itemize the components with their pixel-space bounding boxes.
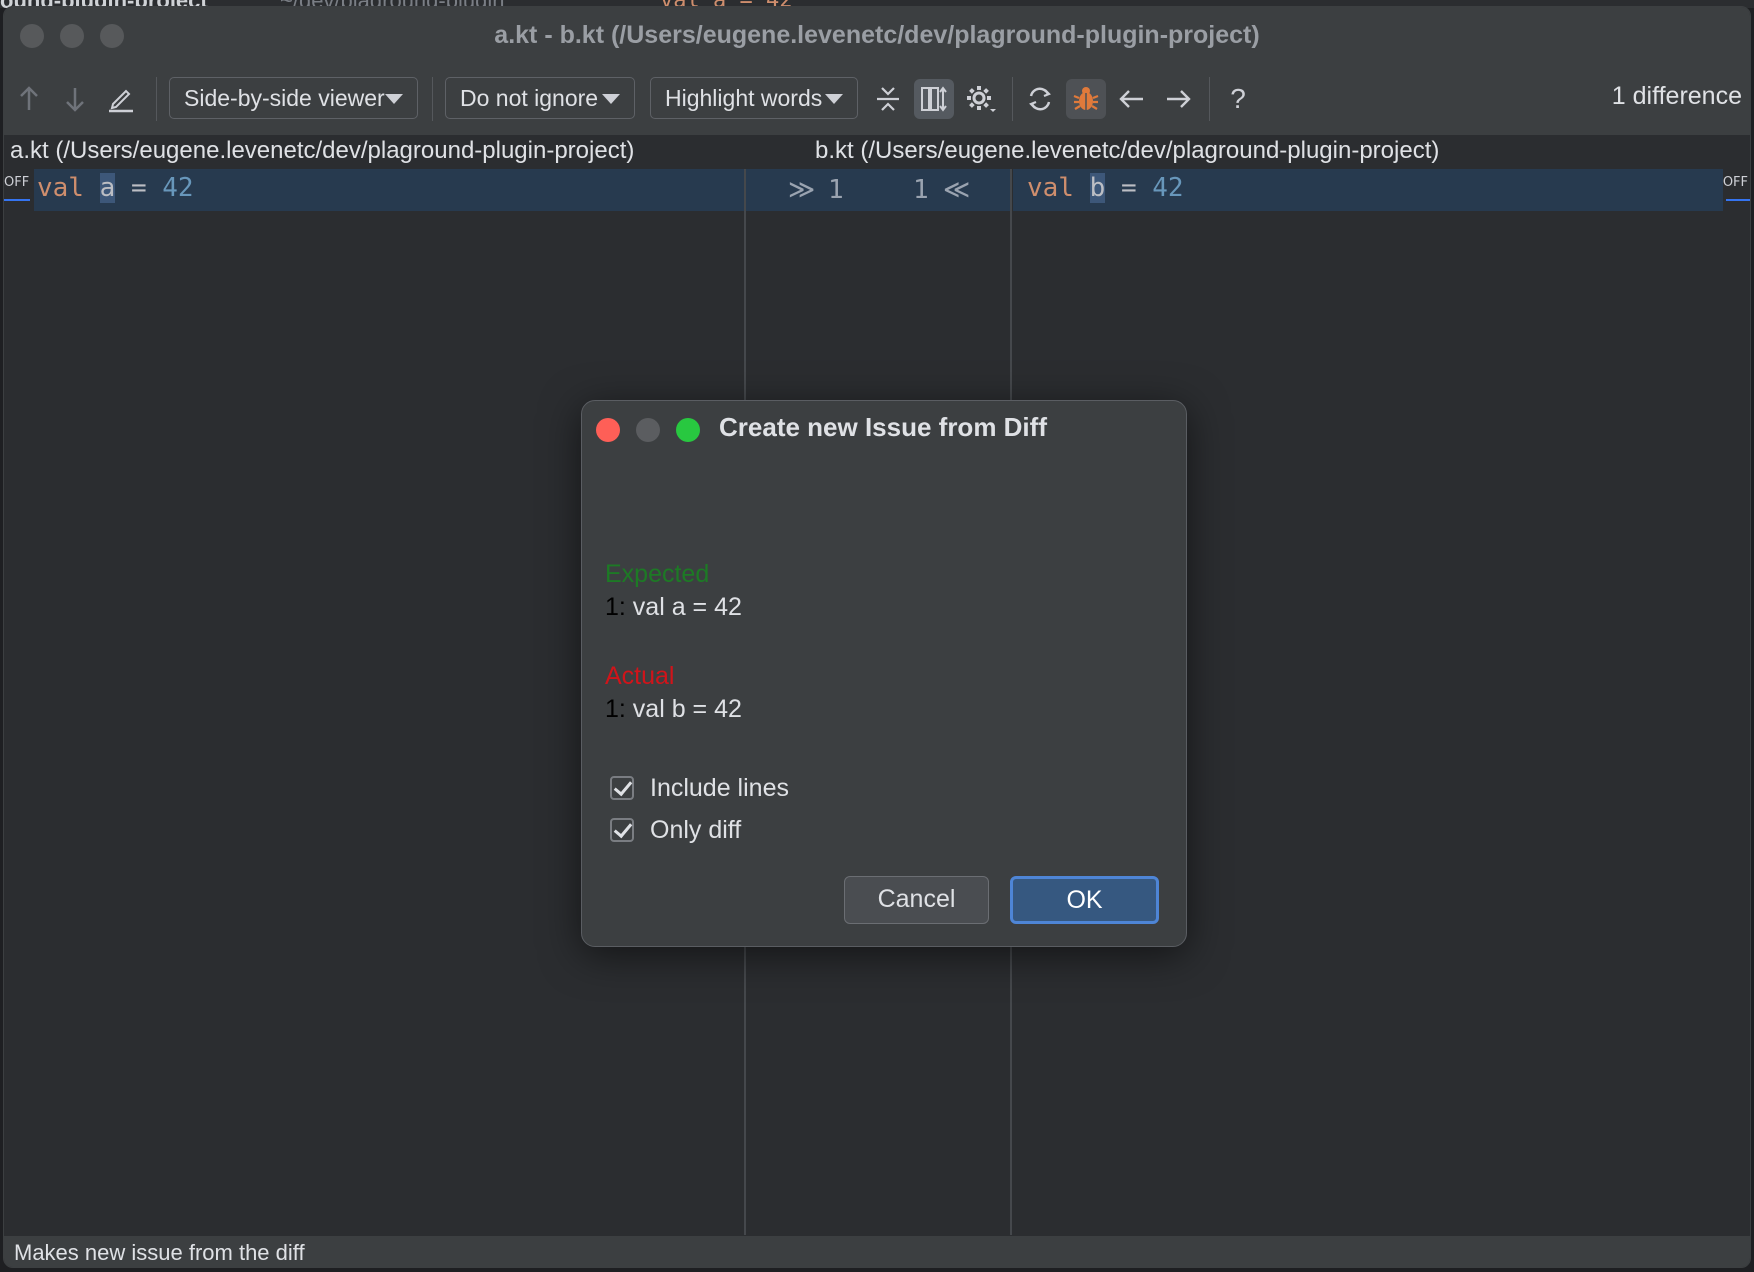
toolbar-separator [1012,77,1013,121]
right-off-marker [1726,199,1750,201]
difference-count: 1 difference [1611,82,1742,110]
refresh-icon[interactable] [1020,79,1060,119]
title-bar: a.kt - b.kt (/Users/eugene.levenetc/dev/… [4,7,1750,66]
diff-toolbar: Side-by-side viewer Do not ignore Highli… [4,65,1750,135]
ignore-mode-dropdown[interactable]: Do not ignore [445,77,635,119]
include-lines-label[interactable]: Include lines [650,774,789,803]
left-off-marker [4,199,30,201]
expected-line-number: 1: [605,593,626,621]
dialog-minimize-button [636,418,660,442]
apply-right-icon[interactable]: ≪ [943,175,970,205]
help-icon[interactable]: ? [1218,79,1258,119]
create-issue-dialog: Create new Issue from Diff Expected 1: v… [581,400,1187,947]
sync-scroll-icon[interactable] [914,79,954,119]
actual-line: 1: val b = 42 [605,695,742,724]
edit-icon[interactable] [101,79,141,119]
chevron-down-icon [825,94,843,104]
include-lines-checkbox[interactable] [610,776,634,800]
cancel-button[interactable]: Cancel [844,876,989,924]
only-diff-checkbox[interactable] [610,818,634,842]
bug-icon[interactable] [1066,79,1106,119]
code-keyword: val [1027,173,1074,203]
only-diff-label[interactable]: Only diff [650,816,741,845]
gutter-highlight [746,169,1010,211]
left-line-number: 1 [828,175,844,205]
viewer-mode-label: Side-by-side viewer [184,85,385,111]
code-keyword: val [37,173,84,203]
code-changed-identifier: a [99,173,116,203]
expected-line: 1: val a = 42 [605,593,742,622]
viewer-mode-dropdown[interactable]: Side-by-side viewer [169,77,418,119]
arrow-down-icon[interactable] [55,79,95,119]
left-code-line: val a = 42 [37,173,194,203]
toolbar-separator [1209,77,1210,121]
highlight-mode-label: Highlight words [665,85,823,111]
actual-line-number: 1: [605,695,626,723]
ok-button[interactable]: OK [1010,876,1159,924]
arrow-up-icon[interactable] [9,79,49,119]
toolbar-separator [432,77,433,121]
arrow-right-icon[interactable] [1158,79,1198,119]
expected-line-text: val a = 42 [625,593,742,621]
ignore-mode-label: Do not ignore [460,85,599,111]
code-number: 42 [1152,173,1184,203]
code-operator: = [1120,173,1137,203]
window-title: a.kt - b.kt (/Users/eugene.levenetc/dev/… [494,21,1260,49]
left-file-path: a.kt (/Users/eugene.levenetc/dev/plagrou… [10,137,635,164]
collapse-icon[interactable] [868,79,908,119]
dialog-zoom-button[interactable] [676,418,700,442]
settings-icon[interactable] [961,79,1001,119]
right-off-label: OFF [1722,175,1748,190]
chevron-down-icon [602,94,620,104]
right-file-path: b.kt (/Users/eugene.levenetc/dev/plagrou… [815,137,1440,164]
apply-left-icon[interactable]: ≫ [788,175,815,205]
file-path-bar: a.kt (/Users/eugene.levenetc/dev/plagrou… [4,135,1750,169]
actual-label: Actual [605,662,675,690]
dialog-close-button[interactable] [596,418,620,442]
code-changed-identifier: b [1089,173,1106,203]
dialog-title: Create new Issue from Diff [719,412,1047,442]
expected-label: Expected [605,560,710,588]
status-text: Makes new issue from the diff [14,1240,305,1265]
code-number: 42 [162,173,194,203]
left-off-label: OFF [4,175,30,190]
right-line-number: 1 [913,175,929,205]
code-operator: = [130,173,147,203]
toolbar-separator [156,77,157,121]
right-code-line: val b = 42 [1027,173,1184,203]
arrow-left-icon[interactable] [1112,79,1152,119]
actual-line-text: val b = 42 [625,695,742,723]
highlight-mode-dropdown[interactable]: Highlight words [650,77,858,119]
chevron-down-icon [385,94,403,104]
status-bar: Makes new issue from the diff [4,1235,1750,1267]
